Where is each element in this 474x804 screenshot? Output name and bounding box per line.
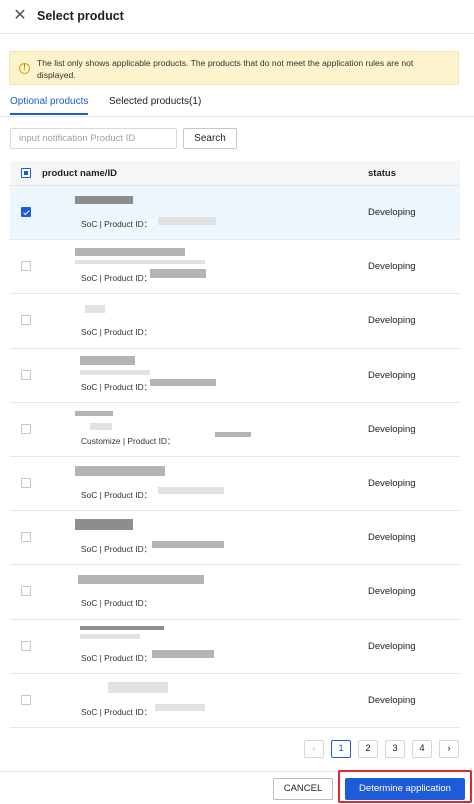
redacted-product-name bbox=[85, 305, 105, 314]
row-checkbox[interactable] bbox=[21, 423, 31, 434]
column-header-status: status bbox=[368, 168, 396, 179]
column-header-product: product name/ID bbox=[42, 168, 117, 179]
info-notice: ! The list only shows applicable product… bbox=[9, 51, 459, 85]
product-table-body: SoC | Product ID： Developing SoC | Produ… bbox=[10, 186, 460, 728]
table-row[interactable]: SoC | Product ID： Developing bbox=[10, 565, 460, 620]
redacted-product-id bbox=[158, 486, 224, 494]
chevron-right-icon[interactable]: › bbox=[439, 740, 459, 758]
tab-bar: Optional products Selected products(1) bbox=[0, 93, 474, 117]
row-checkbox[interactable] bbox=[21, 586, 31, 597]
row-checkbox[interactable] bbox=[21, 261, 31, 272]
dialog-header: ✕ Select product bbox=[0, 0, 474, 34]
row-checkbox[interactable] bbox=[21, 369, 31, 380]
row-checkbox[interactable] bbox=[21, 640, 31, 651]
chevron-left-icon[interactable]: ‹ bbox=[304, 740, 324, 758]
product-id-label: SoC | Product ID： bbox=[81, 219, 153, 229]
table-row[interactable]: SoC | Product ID： Developing bbox=[10, 240, 460, 295]
redacted-product-name bbox=[80, 369, 150, 375]
page-button-4[interactable]: 4 bbox=[412, 740, 432, 758]
redacted-product-id bbox=[152, 649, 214, 658]
redacted-product-name bbox=[80, 355, 135, 365]
table-row[interactable]: SoC | Product ID： Developing bbox=[10, 456, 460, 512]
redacted-product-id bbox=[155, 703, 205, 711]
row-checkbox[interactable] bbox=[21, 694, 31, 705]
determine-application-button[interactable]: Determine application bbox=[345, 778, 465, 800]
status-text: Developing bbox=[368, 640, 416, 652]
status-text: Developing bbox=[368, 315, 416, 327]
product-id-label: SoC | Product ID： bbox=[81, 489, 153, 500]
status-text: Developing bbox=[368, 261, 416, 273]
redacted-product-name bbox=[75, 260, 205, 265]
table-row[interactable]: Customize | Product ID： Developing bbox=[10, 402, 460, 457]
redacted-product-name bbox=[108, 681, 168, 693]
search-input[interactable] bbox=[10, 128, 177, 149]
product-id-label: SoC | Product ID： bbox=[81, 381, 153, 392]
redacted-product-name bbox=[75, 465, 165, 476]
product-id-label: SoC | Product ID： bbox=[81, 327, 153, 338]
redacted-product-name bbox=[78, 575, 204, 585]
product-id-label: SoC | Product ID： bbox=[81, 598, 153, 609]
info-icon: ! bbox=[19, 63, 30, 74]
status-text: Developing bbox=[368, 586, 416, 598]
table-row[interactable]: SoC | Product ID： Developing bbox=[10, 673, 460, 728]
status-text: Developing bbox=[368, 694, 416, 706]
redacted-product-id bbox=[150, 269, 206, 279]
close-icon[interactable]: ✕ bbox=[12, 8, 28, 24]
page-button-1[interactable]: 1 bbox=[331, 740, 351, 758]
table-row[interactable]: SoC | Product ID： Developing bbox=[10, 511, 460, 566]
product-id-label: SoC | Product ID： bbox=[81, 544, 153, 555]
dialog-title: Select product bbox=[37, 9, 124, 23]
status-text: Developing bbox=[368, 207, 416, 218]
status-text: Developing bbox=[368, 532, 416, 544]
redacted-product-name bbox=[75, 196, 133, 204]
tab-selected-products[interactable]: Selected products(1) bbox=[109, 96, 201, 107]
redacted-product-id bbox=[150, 378, 216, 386]
select-all-checkbox[interactable] bbox=[21, 168, 31, 178]
row-checkbox[interactable] bbox=[21, 532, 31, 543]
status-text: Developing bbox=[368, 423, 416, 435]
redacted-product-name bbox=[75, 519, 133, 531]
active-tab-indicator bbox=[10, 113, 88, 115]
status-text: Developing bbox=[368, 477, 416, 489]
product-id-label: SoC | Product ID： bbox=[81, 273, 153, 284]
search-button[interactable]: Search bbox=[183, 128, 237, 149]
cancel-button[interactable]: CANCEL bbox=[273, 778, 333, 800]
row-checkbox[interactable] bbox=[21, 477, 31, 488]
redacted-product-id bbox=[158, 217, 216, 225]
row-checkbox[interactable] bbox=[21, 315, 31, 326]
redacted-product-name bbox=[90, 422, 112, 430]
redacted-product-id bbox=[152, 541, 224, 549]
redacted-product-name bbox=[75, 410, 113, 416]
table-row[interactable]: SoC | Product ID： Developing bbox=[10, 186, 460, 241]
product-id-label: SoC | Product ID： bbox=[81, 652, 153, 663]
table-row[interactable]: SoC | Product ID： Developing bbox=[10, 619, 460, 674]
product-id-label: SoC | Product ID： bbox=[81, 706, 153, 717]
status-text: Developing bbox=[368, 369, 416, 381]
table-row[interactable]: SoC | Product ID： Developing bbox=[10, 294, 460, 349]
redacted-product-name bbox=[80, 625, 164, 630]
page-button-3[interactable]: 3 bbox=[385, 740, 405, 758]
redacted-product-id bbox=[215, 431, 251, 437]
product-id-label: Customize | Product ID： bbox=[81, 435, 176, 446]
notice-text: The list only shows applicable products.… bbox=[37, 58, 414, 80]
row-checkbox[interactable] bbox=[21, 207, 31, 217]
table-row[interactable]: SoC | Product ID： Developing bbox=[10, 348, 460, 403]
redacted-product-name bbox=[80, 633, 140, 639]
page-button-2[interactable]: 2 bbox=[358, 740, 378, 758]
table-header: product name/ID status bbox=[10, 161, 460, 186]
tab-optional-products[interactable]: Optional products bbox=[10, 96, 88, 107]
redacted-product-name bbox=[75, 248, 185, 257]
